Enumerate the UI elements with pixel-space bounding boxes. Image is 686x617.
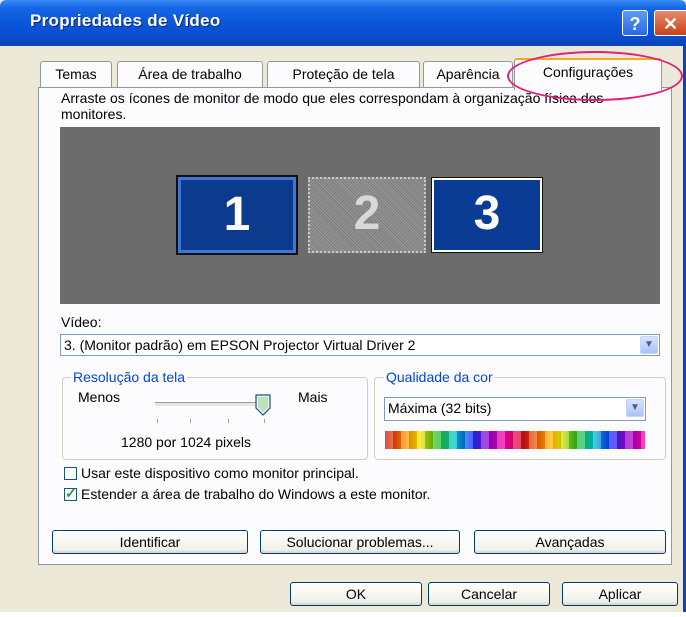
monitor-1[interactable]: 1 <box>176 175 298 255</box>
display-properties-dialog: Propriedades de Vídeo ? ✕ Temas Área de … <box>0 0 686 612</box>
resolution-slider-track[interactable] <box>155 402 267 407</box>
checkmark-icon: ✓ <box>65 485 77 501</box>
instructions-text: Arraste os ícones de monitor de modo que… <box>61 90 604 122</box>
chevron-down-icon[interactable]: ▼ <box>640 336 658 354</box>
resolution-value: 1280 por 1024 pixels <box>121 434 251 450</box>
slider-tick <box>157 419 158 423</box>
help-button[interactable]: ? <box>622 10 648 36</box>
video-label: Vídeo: <box>61 314 102 330</box>
resolution-less-label: Menos <box>78 389 121 405</box>
video-select-value: 3. (Monitor padrão) em EPSON Projector V… <box>64 337 416 353</box>
window-title: Propriedades de Vídeo <box>30 11 221 30</box>
resolution-label: Resolução da tela <box>71 369 188 385</box>
tab-desktop[interactable]: Área de trabalho <box>117 61 263 88</box>
color-quality-select[interactable]: Máxima (32 bits) ▼ <box>384 397 646 421</box>
slider-tick <box>190 419 191 423</box>
color-preview-bar <box>385 431 645 449</box>
identify-button[interactable]: Identificar <box>52 530 248 554</box>
primary-monitor-label[interactable]: Usar este dispositivo como monitor princ… <box>81 465 359 481</box>
primary-monitor-checkbox[interactable] <box>64 467 77 480</box>
title-bar[interactable]: Propriedades de Vídeo ? ✕ <box>0 0 686 46</box>
extend-desktop-checkbox[interactable]: ✓ <box>64 485 77 501</box>
monitor-3[interactable]: 3 <box>431 177 543 253</box>
color-quality-label: Qualidade da cor <box>384 369 495 385</box>
resolution-more-label: Mais <box>298 389 328 405</box>
tab-screen-saver[interactable]: Proteção de tela <box>267 61 420 88</box>
ok-button[interactable]: OK <box>290 582 422 606</box>
slider-tick <box>264 419 265 423</box>
close-icon: ✕ <box>662 14 679 34</box>
slider-tick <box>228 419 229 423</box>
monitor-2[interactable]: 2 <box>308 177 426 253</box>
cancel-button[interactable]: Cancelar <box>428 582 550 606</box>
color-quality-value: Máxima (32 bits) <box>388 400 492 416</box>
troubleshoot-button[interactable]: Solucionar problemas... <box>260 530 460 554</box>
apply-button[interactable]: Aplicar <box>562 582 678 606</box>
chevron-down-icon[interactable]: ▼ <box>626 399 644 417</box>
advanced-button[interactable]: Avançadas <box>474 530 666 554</box>
tab-themes[interactable]: Temas <box>40 61 112 88</box>
monitor-arrangement-area: 1 2 3 <box>60 127 660 304</box>
close-button[interactable]: ✕ <box>654 10 686 36</box>
video-select[interactable]: 3. (Monitor padrão) em EPSON Projector V… <box>60 334 660 356</box>
help-icon: ? <box>629 14 641 34</box>
tab-appearance[interactable]: Aparência <box>423 61 513 88</box>
resolution-slider-thumb[interactable] <box>255 394 271 416</box>
extend-desktop-label[interactable]: Estender a área de trabalho do Windows a… <box>81 486 430 502</box>
page-margin <box>0 612 686 617</box>
tab-settings[interactable]: Configurações <box>514 58 662 90</box>
